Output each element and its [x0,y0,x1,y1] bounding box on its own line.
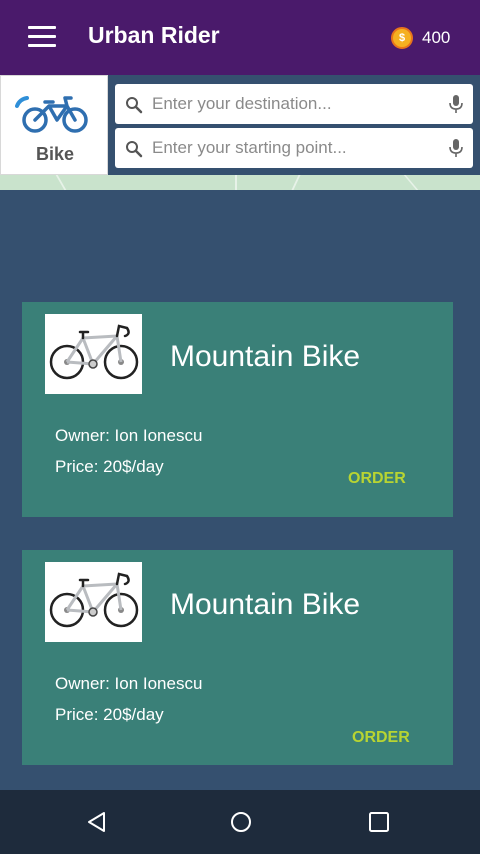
listing-owner: Owner: Ion Ionescu [55,674,203,693]
bike-photo [45,562,142,642]
order-button[interactable]: ORDER [348,470,406,488]
menu-icon[interactable] [28,26,56,48]
mic-icon[interactable] [449,95,463,113]
back-icon[interactable] [85,810,109,834]
destination-input[interactable] [152,84,442,124]
listing-card[interactable]: Mountain Bike Owner: Ion Ionescu Price: … [22,302,453,517]
mic-icon[interactable] [449,139,463,157]
listing-price: Price: 20$/day [55,705,164,724]
app-bar: Urban Rider $ 400 [0,0,480,75]
vehicle-type-label: Bike [35,144,75,164]
coin-balance: 400 [422,28,451,47]
coin-icon: $ [391,27,413,49]
vehicle-type-selector[interactable]: Bike [0,75,108,175]
listing-card[interactable]: Mountain Bike Owner: Ion Ionescu Price: … [22,550,453,765]
map-view[interactable] [0,175,480,190]
system-nav-bar [0,790,480,854]
bike-photo [45,314,142,394]
order-button[interactable]: ORDER [352,729,410,747]
search-icon [126,141,143,158]
search-icon [126,97,143,114]
home-icon[interactable] [229,810,253,834]
bike-icon [15,96,88,133]
starting-point-field[interactable] [115,128,473,168]
listing-price: Price: 20$/day [55,457,164,476]
listing-owner: Owner: Ion Ionescu [55,426,203,445]
recents-icon[interactable] [367,810,391,834]
listing-title: Mountain Bike [170,340,361,373]
app-title: Urban Rider [88,22,220,48]
destination-field[interactable] [115,84,473,124]
listing-title: Mountain Bike [170,588,361,621]
starting-point-input[interactable] [152,128,442,168]
